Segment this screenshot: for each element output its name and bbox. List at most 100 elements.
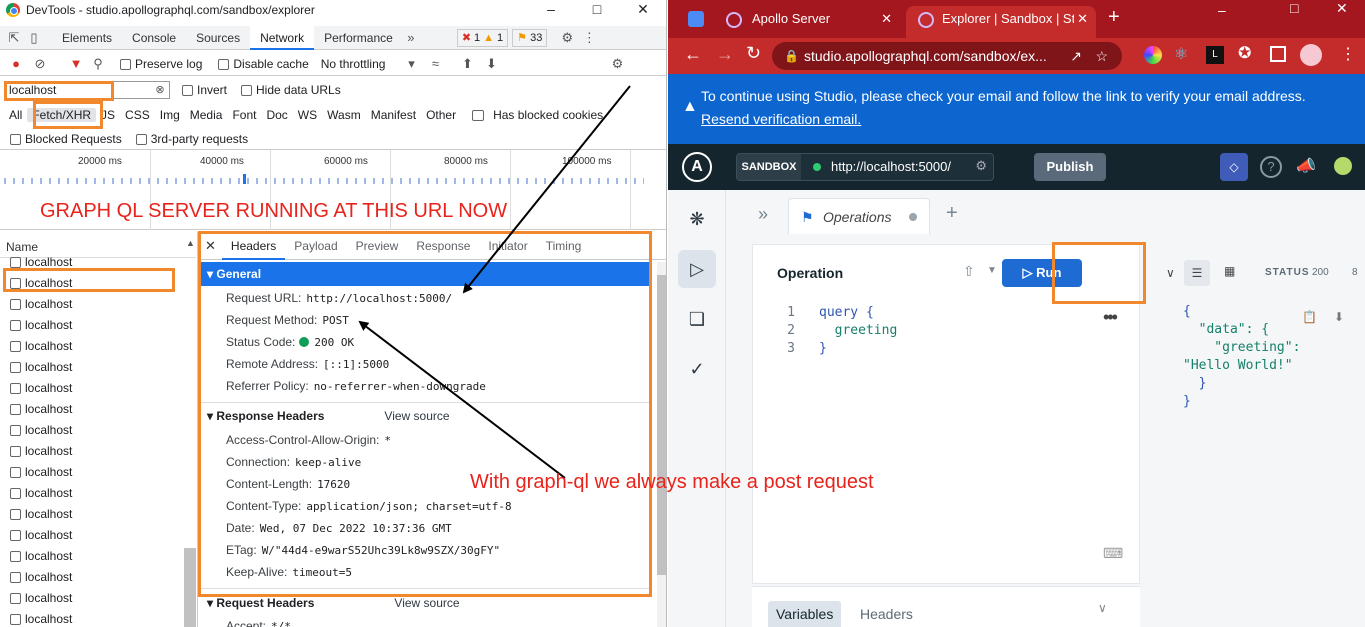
collapse-chevron-icon[interactable]: ∨ <box>1098 601 1107 615</box>
tab-sources[interactable]: Sources <box>186 26 250 50</box>
third-party-checkbox[interactable]: 3rd-party requests <box>135 132 248 146</box>
publish-button[interactable]: Publish <box>1034 153 1106 181</box>
clear-icon[interactable]: ⊘ <box>32 56 48 72</box>
table-row[interactable]: localhost <box>0 357 184 378</box>
add-tab-icon[interactable]: + <box>946 202 958 225</box>
tab-performance[interactable]: Performance <box>314 26 403 50</box>
user-avatar[interactable] <box>1334 157 1352 175</box>
response-table-view-icon[interactable]: ▦ <box>1224 264 1235 278</box>
tab-network[interactable]: Network <box>250 25 315 50</box>
tab-explorer[interactable]: Explorer | Sandbox | Stu ✕ <box>906 6 1096 38</box>
blocked-requests-checkbox[interactable]: Blocked Requests <box>10 132 122 146</box>
new-tab-icon[interactable]: + <box>1108 6 1120 29</box>
network-conditions-icon[interactable]: ≈ <box>427 56 443 72</box>
extension-l-icon[interactable]: L <box>1206 46 1224 64</box>
record-icon[interactable]: ● <box>8 56 24 72</box>
close-icon[interactable]: ✕ <box>620 0 666 20</box>
network-settings-icon[interactable]: ⚙ <box>609 56 625 72</box>
type-wasm[interactable]: Wasm <box>322 108 366 122</box>
tab-close-icon[interactable]: ✕ <box>881 6 892 32</box>
history-icon[interactable]: ❏ <box>678 300 716 338</box>
table-row[interactable]: localhost <box>0 315 184 336</box>
table-row[interactable]: localhost <box>0 441 184 462</box>
kebab-menu-icon[interactable]: ⋮ <box>581 30 597 46</box>
help-icon[interactable]: ? <box>1260 156 1282 178</box>
more-options-icon[interactable]: ••• <box>1103 307 1118 328</box>
forward-icon[interactable]: → <box>716 44 734 65</box>
inspect-icon[interactable]: ⇱ <box>6 30 22 46</box>
checks-icon[interactable]: ✓ <box>678 350 716 388</box>
chevron-down-icon[interactable]: ▼ <box>987 265 997 276</box>
table-row[interactable]: localhost <box>0 525 184 546</box>
type-other[interactable]: Other <box>421 108 461 122</box>
resend-link[interactable]: Resend verification email. <box>701 111 861 127</box>
settings-gear-icon[interactable]: ⚙ <box>559 30 575 46</box>
detail-scrollbar-thumb[interactable] <box>657 275 666 575</box>
preserve-log-checkbox[interactable]: Preserve log <box>120 57 202 71</box>
apollo-logo-icon[interactable]: A <box>682 152 712 182</box>
table-row[interactable]: localhost <box>0 609 184 627</box>
response-text-view-icon[interactable]: ☰ <box>1184 260 1210 286</box>
issues-badge[interactable]: ⚑ 33 <box>512 28 548 47</box>
chevron-down-icon[interactable]: ▾ <box>403 56 419 72</box>
extension-color-icon[interactable] <box>1144 46 1162 64</box>
more-tabs-icon[interactable]: » <box>403 30 419 46</box>
close-icon[interactable]: ✕ <box>1336 0 1348 17</box>
table-row[interactable]: localhost <box>0 483 184 504</box>
docs-icon[interactable] <box>688 11 704 27</box>
tab-headers[interactable]: Headers <box>852 601 921 627</box>
explorer-play-icon[interactable]: ▷ <box>678 250 716 288</box>
react-devtools-icon[interactable]: ⚛ <box>1174 44 1188 64</box>
table-row[interactable]: localhost <box>0 567 184 588</box>
query-line[interactable]: } <box>819 341 827 356</box>
share-icon[interactable]: ↗ <box>1070 42 1082 70</box>
type-all[interactable]: All <box>4 108 27 122</box>
search-icon[interactable]: ⚲ <box>90 56 106 72</box>
type-manifest[interactable]: Manifest <box>366 108 421 122</box>
chrome-menu-icon[interactable]: ⋮ <box>1340 44 1356 64</box>
device-toolbar-icon[interactable]: ▯ <box>26 30 42 46</box>
reload-icon[interactable]: ↻ <box>746 43 761 64</box>
tab-console[interactable]: Console <box>122 26 186 50</box>
type-media[interactable]: Media <box>185 108 228 122</box>
tab-apollo-server[interactable]: Apollo Server ✕ <box>714 6 902 38</box>
maximize-icon[interactable]: □ <box>574 0 620 20</box>
hide-data-urls-checkbox[interactable]: Hide data URLs <box>241 83 341 97</box>
table-row[interactable]: localhost <box>0 294 184 315</box>
chevron-down-icon[interactable]: ∨ <box>1166 266 1175 280</box>
invert-checkbox[interactable]: Invert <box>182 83 227 97</box>
minimize-icon[interactable]: – <box>528 0 574 20</box>
profile-avatar[interactable] <box>1300 44 1322 66</box>
clear-filter-icon[interactable]: ⊗ <box>152 82 168 98</box>
keyboard-icon[interactable]: ⌨ <box>1103 545 1123 562</box>
list-scrollbar[interactable] <box>184 548 196 627</box>
sort-up-icon[interactable]: ▲ <box>186 238 195 248</box>
announcements-icon[interactable]: 📣 <box>1296 156 1316 176</box>
tab-close-icon[interactable]: ✕ <box>1074 6 1088 32</box>
query-line[interactable]: greeting <box>819 323 898 338</box>
table-row[interactable]: localhost <box>0 462 184 483</box>
filter-icon[interactable]: ▼ <box>68 56 84 72</box>
extensions-puzzle-icon[interactable]: ✪ <box>1238 43 1251 63</box>
blocked-cookies-checkbox[interactable]: Has blocked cookies <box>467 108 613 122</box>
minimize-icon[interactable]: – <box>1218 2 1226 18</box>
schema-icon[interactable]: ◇ <box>1220 153 1248 181</box>
type-css[interactable]: CSS <box>120 108 155 122</box>
share-operation-icon[interactable]: ⇧ <box>963 263 975 280</box>
upload-icon[interactable]: ⬆ <box>459 56 475 72</box>
schema-graph-icon[interactable]: ❋ <box>678 200 716 238</box>
maximize-icon[interactable]: □ <box>1290 0 1298 16</box>
issues-counter[interactable]: ✖ 1 ▲ 1 <box>456 28 509 47</box>
tab-elements[interactable]: Elements <box>52 26 122 50</box>
table-row[interactable]: localhost <box>0 378 184 399</box>
expand-panel-icon[interactable]: » <box>758 204 768 225</box>
request-view-source-link[interactable]: View source <box>394 596 459 610</box>
table-row[interactable]: localhost <box>0 588 184 609</box>
sandbox-endpoint[interactable]: SANDBOX http://localhost:5000/ ⚙ <box>736 153 994 181</box>
table-row[interactable]: localhost <box>0 504 184 525</box>
tab-variables[interactable]: Variables <box>768 601 842 627</box>
query-line[interactable]: query { <box>819 305 874 320</box>
throttling-select[interactable]: No throttling <box>321 57 386 71</box>
table-row[interactable]: localhost <box>0 399 184 420</box>
disable-cache-checkbox[interactable]: Disable cache <box>218 57 309 71</box>
